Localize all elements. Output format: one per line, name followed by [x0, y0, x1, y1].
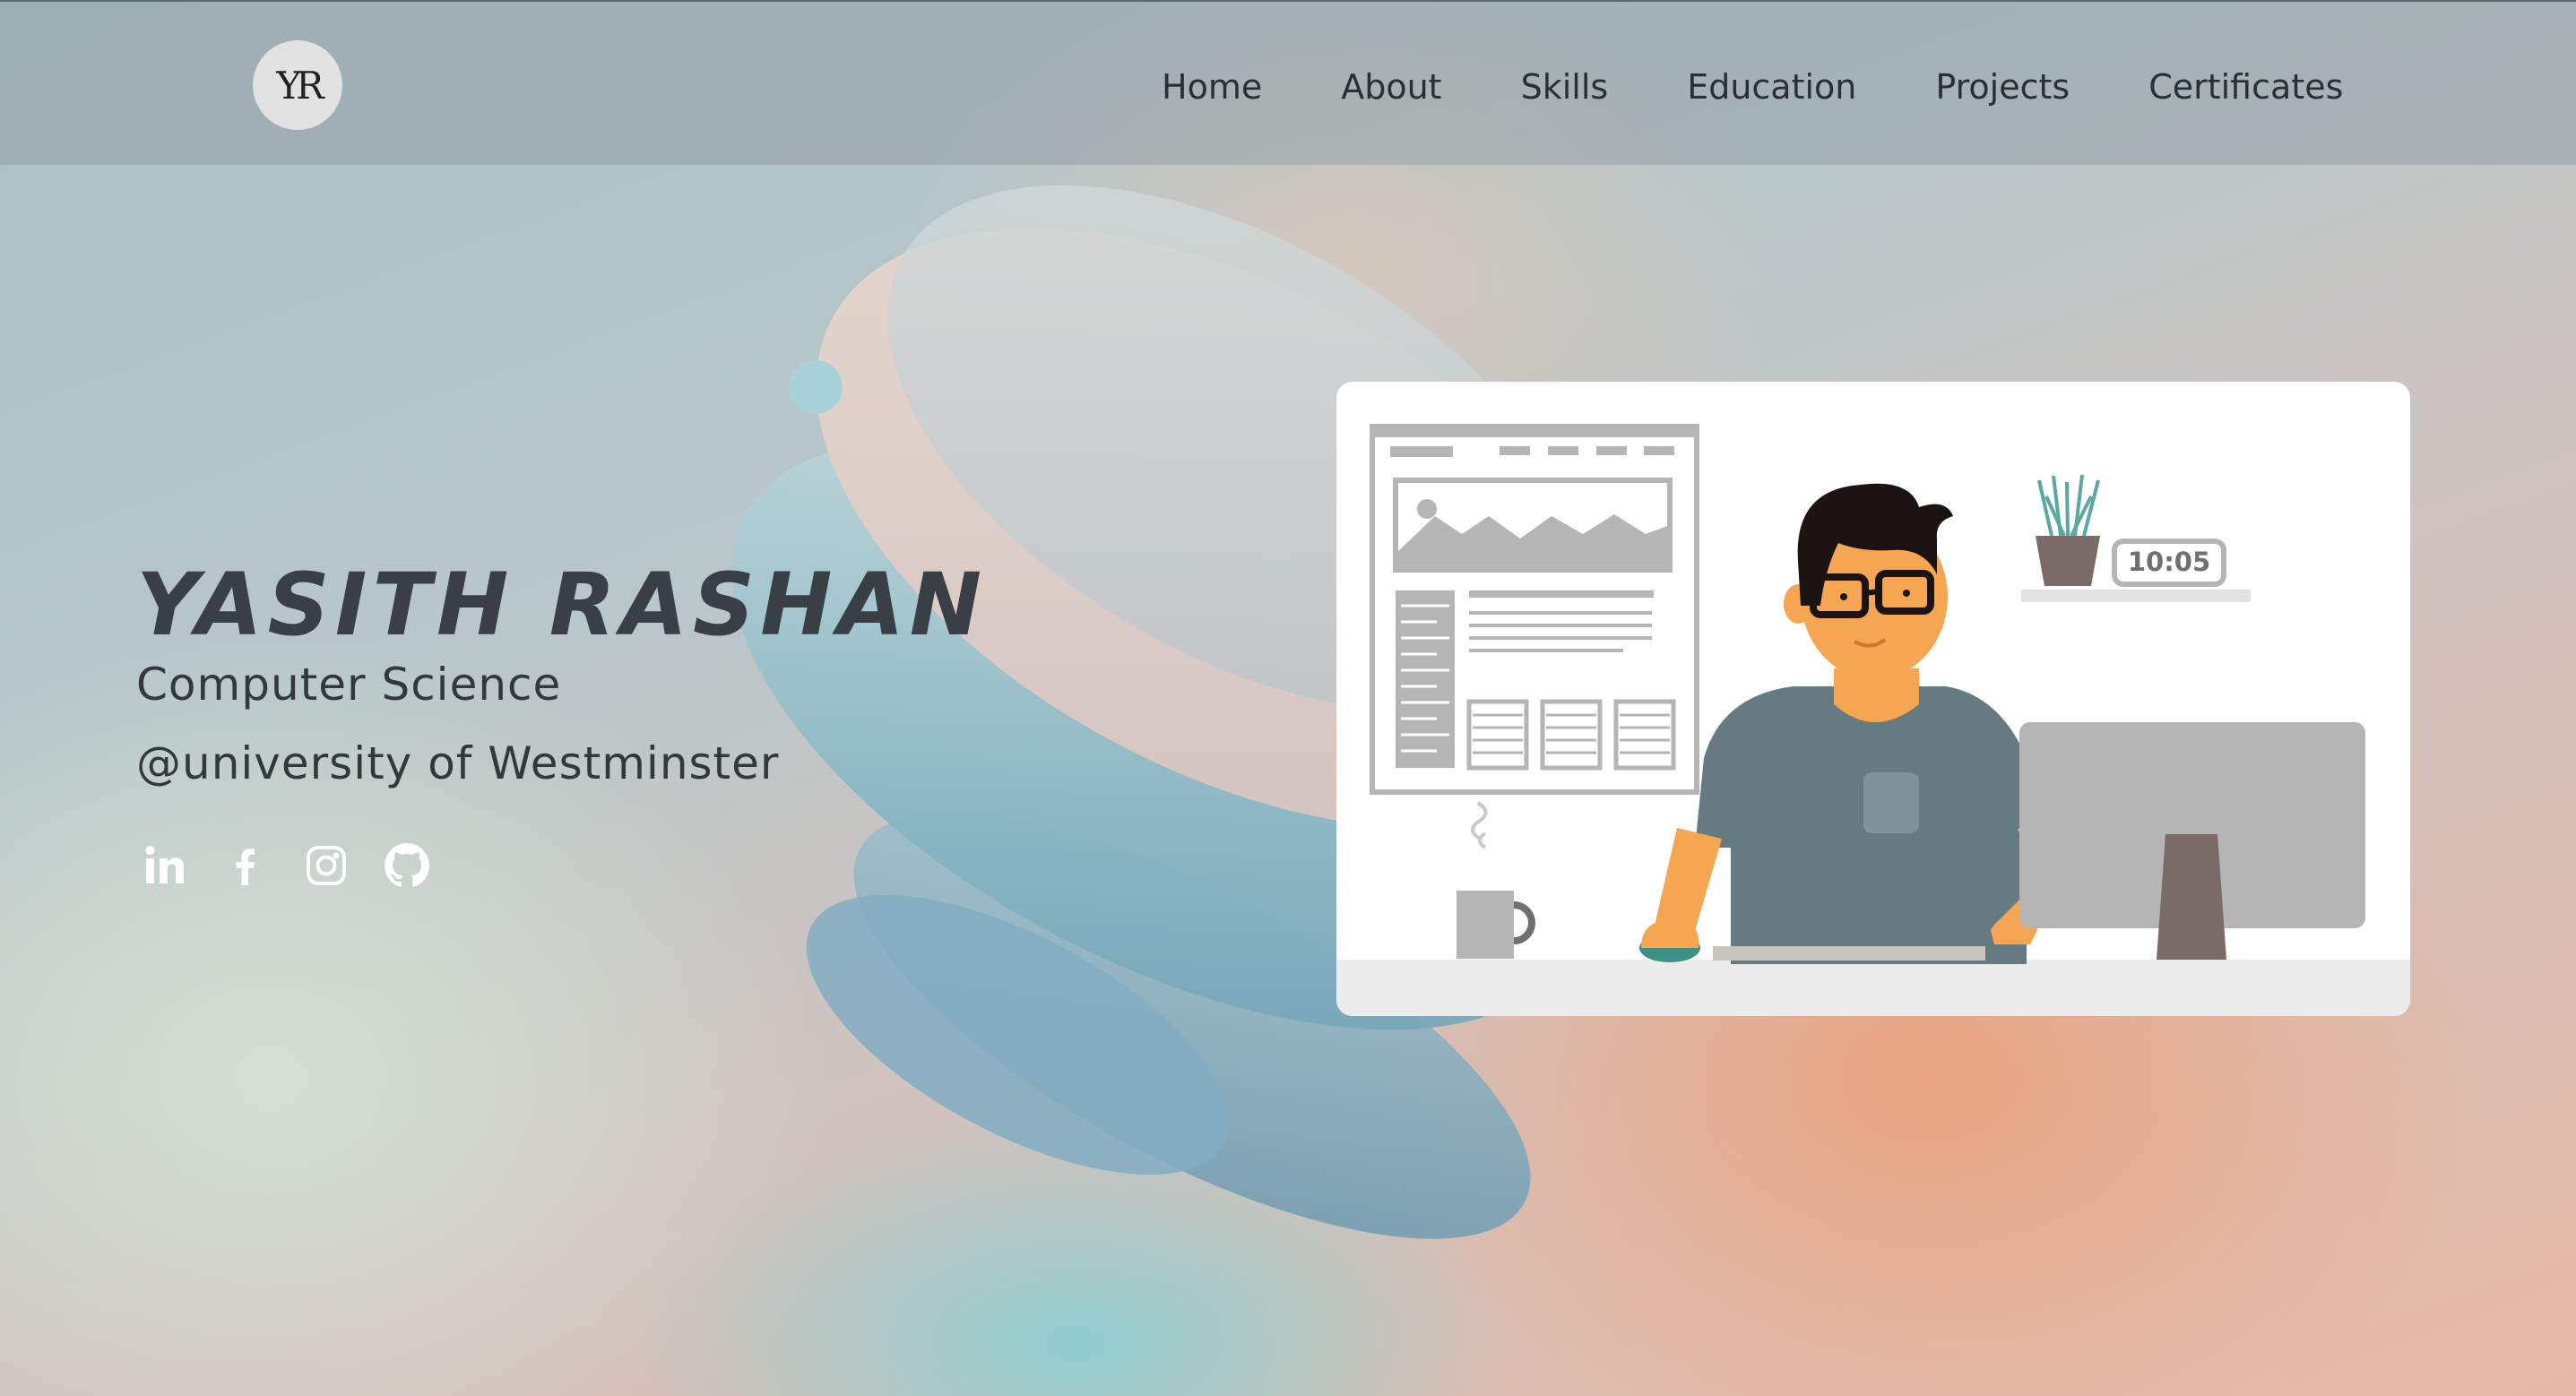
nav-link-projects[interactable]: Projects [1935, 65, 2070, 109]
hero-name: YASITH RASHAN [136, 555, 988, 656]
nav-link-certificates[interactable]: Certificates [2148, 65, 2343, 109]
monitor-icon [2019, 722, 2365, 960]
site-logo[interactable]: YR [253, 40, 342, 130]
main-nav: Home About Skills Education Projects Cer… [1162, 65, 2343, 109]
nav-link-about[interactable]: About [1341, 65, 1441, 109]
hero-subtitle-line2: @university of Westminster [136, 737, 780, 789]
coffee-mug-icon [1457, 801, 1535, 959]
keyboard-icon [1713, 946, 1985, 961]
instagram-icon[interactable] [303, 842, 350, 889]
social-links [142, 842, 430, 889]
developer-illustration [1336, 424, 2410, 1016]
hero-subtitle-line1: Computer Science [136, 659, 562, 711]
hero-subtitle: Computer Science @university of Westmins… [136, 645, 779, 803]
developer-person-illustration [1639, 483, 2080, 964]
top-navigation-bar: YR Home About Skills Education Projects … [0, 0, 2576, 165]
github-icon[interactable] [384, 842, 430, 889]
nav-link-skills[interactable]: Skills [1521, 65, 1609, 109]
clock-time: 10:05 [2127, 547, 2211, 577]
linkedin-icon[interactable] [142, 842, 188, 889]
browser-wireframe-icon [1370, 424, 1699, 795]
hero-illustration-card: 10:05 [1336, 382, 2410, 1016]
nav-link-education[interactable]: Education [1687, 65, 1856, 109]
nav-link-home[interactable]: Home [1162, 65, 1262, 109]
facebook-icon[interactable] [222, 842, 269, 889]
